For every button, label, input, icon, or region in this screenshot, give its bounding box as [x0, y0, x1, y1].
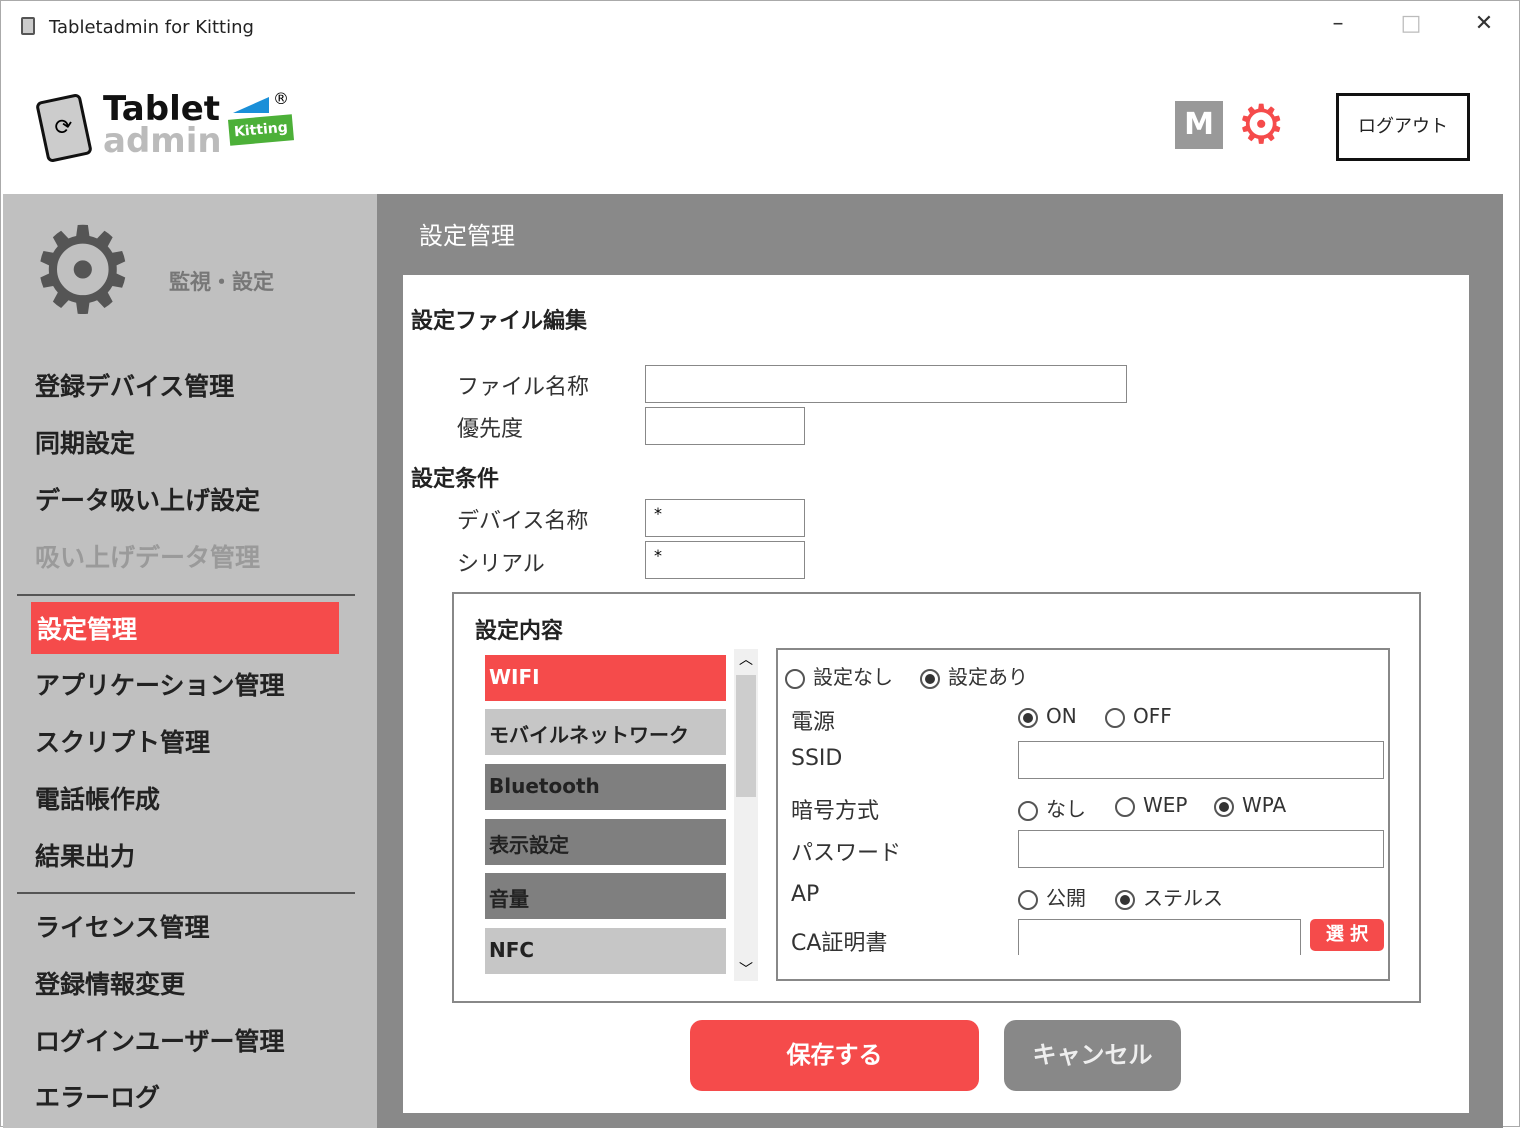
tab-wifi[interactable]: WIFI [485, 655, 726, 701]
logo-kitting-badge: Kitting [227, 114, 294, 146]
content-heading: 設定内容 [475, 619, 564, 644]
monitor-gear-icon: ⚙ [29, 202, 137, 341]
sidebar-divider [17, 594, 355, 596]
app-icon [21, 17, 35, 35]
priority-label: 優先度 [457, 417, 524, 442]
scroll-up-icon[interactable]: ︿ [734, 649, 758, 669]
radio-power-off[interactable]: OFF [1105, 704, 1172, 728]
logo-registered: ® [273, 89, 289, 108]
sidebar-item-error-log[interactable]: エラーログ [35, 1078, 160, 1114]
ca-select-button[interactable]: 選 択 [1310, 919, 1384, 951]
save-button[interactable]: 保存する [690, 1020, 979, 1091]
sidebar-item-results[interactable]: 結果出力 [35, 837, 135, 873]
password-label: パスワード [791, 841, 902, 866]
sidebar-item-login-users[interactable]: ログインユーザー管理 [35, 1022, 285, 1058]
file-name-label: ファイル名称 [457, 375, 590, 400]
sidebar-section-title: 監視・設定 [169, 270, 274, 294]
settings-gear-icon[interactable]: ⚙ [1237, 95, 1285, 155]
page-title: 設定管理 [419, 222, 515, 250]
radio-enc-none[interactable]: なし [1018, 793, 1086, 822]
ssid-label: SSID [791, 746, 843, 771]
radio-enc-wep[interactable]: WEP [1115, 793, 1187, 817]
sidebar-item-phonebook[interactable]: 電話帳作成 [35, 780, 160, 816]
serial-label: シリアル [457, 552, 545, 577]
tablet-icon: ⟳ [35, 92, 93, 164]
condition-heading: 設定条件 [411, 467, 500, 492]
scroll-thumb[interactable] [736, 675, 756, 797]
radio-ap-stealth[interactable]: ステルス [1115, 882, 1223, 911]
sidebar-item-devices[interactable]: 登録デバイス管理 [35, 367, 234, 403]
tab-volume[interactable]: 音量 [485, 873, 726, 919]
radio-setting-on[interactable]: 設定あり [920, 661, 1028, 690]
minimize-button[interactable]: – [1323, 11, 1353, 36]
encryption-label: 暗号方式 [791, 799, 880, 824]
tab-nfc[interactable]: NFC [485, 928, 726, 974]
priority-input[interactable] [645, 407, 805, 445]
maximize-button[interactable]: □ [1396, 11, 1426, 36]
logo-blue-flag [233, 97, 269, 113]
logo: ⟳ Tablet admin Kitting ® [35, 89, 297, 169]
logout-button[interactable]: ログアウト [1336, 93, 1470, 161]
title-bar: Tabletadmin for Kitting – □ ✕ [1, 1, 1520, 53]
radio-ap-public[interactable]: 公開 [1018, 882, 1086, 911]
password-input[interactable] [1018, 830, 1384, 868]
sidebar-item-settings[interactable]: 設定管理 [31, 602, 339, 654]
edit-heading: 設定ファイル編集 [411, 309, 588, 334]
logo-text-admin: admin [103, 121, 222, 161]
tab-bluetooth[interactable]: Bluetooth [485, 764, 726, 810]
sidebar-item-license[interactable]: ライセンス管理 [35, 908, 210, 944]
sidebar-item-collected-data: 吸い上げデータ管理 [35, 543, 261, 572]
window-title: Tabletadmin for Kitting [49, 17, 254, 38]
radio-power-on[interactable]: ON [1018, 704, 1077, 728]
sidebar-item-sync[interactable]: 同期設定 [35, 424, 135, 460]
cancel-button[interactable]: キャンセル [1004, 1020, 1181, 1091]
ca-cert-input[interactable] [1018, 919, 1301, 955]
sidebar-item-data-collect[interactable]: データ吸い上げ設定 [35, 481, 260, 517]
device-name-input[interactable]: * [645, 499, 805, 537]
ca-cert-label: CA証明書 [791, 931, 888, 956]
scroll-down-icon[interactable]: ﹀ [734, 959, 758, 979]
tab-scrollbar[interactable]: ︿ ﹀ [734, 649, 758, 981]
radio-setting-none[interactable]: 設定なし [785, 661, 893, 690]
m-button[interactable]: M [1175, 101, 1223, 149]
sidebar-item-registration[interactable]: 登録情報変更 [35, 965, 185, 1001]
power-label: 電源 [791, 710, 836, 735]
tab-display[interactable]: 表示設定 [485, 819, 726, 865]
serial-input[interactable]: * [645, 541, 805, 579]
tab-mobile-network[interactable]: モバイルネットワーク [485, 709, 726, 755]
ap-label: AP [791, 882, 820, 907]
ssid-input[interactable] [1018, 741, 1384, 779]
file-name-input[interactable] [645, 365, 1127, 403]
radio-enc-wpa[interactable]: WPA [1214, 793, 1286, 817]
device-name-label: デバイス名称 [457, 509, 589, 534]
sidebar-item-scripts[interactable]: スクリプト管理 [35, 723, 210, 759]
sidebar-divider [17, 892, 355, 894]
sidebar-item-apps[interactable]: アプリケーション管理 [35, 666, 285, 702]
close-button[interactable]: ✕ [1469, 11, 1499, 36]
